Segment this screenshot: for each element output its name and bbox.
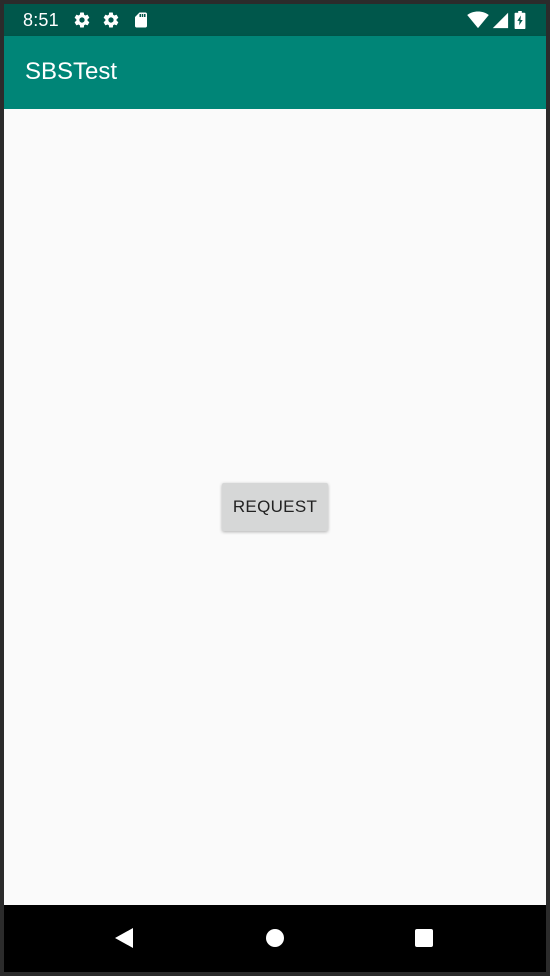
gear-icon — [102, 11, 120, 29]
home-icon[interactable] — [264, 927, 286, 949]
gear-icon — [73, 11, 91, 29]
battery-charging-icon — [514, 11, 526, 29]
back-icon[interactable] — [113, 927, 135, 949]
status-time: 8:51 — [23, 10, 59, 30]
device-screen: 8:51 SBSTest REQUEST — [4, 4, 546, 972]
status-bar: 8:51 — [4, 4, 546, 36]
sd-card-icon — [132, 11, 150, 29]
wifi-icon — [467, 11, 489, 29]
navigation-bar — [4, 905, 546, 972]
main-content: REQUEST — [4, 109, 546, 905]
cell-signal-icon — [491, 11, 509, 29]
request-button[interactable]: REQUEST — [222, 483, 328, 531]
app-title: SBSTest — [25, 58, 118, 85]
recents-icon[interactable] — [413, 927, 435, 949]
app-bar: SBSTest — [4, 36, 546, 109]
